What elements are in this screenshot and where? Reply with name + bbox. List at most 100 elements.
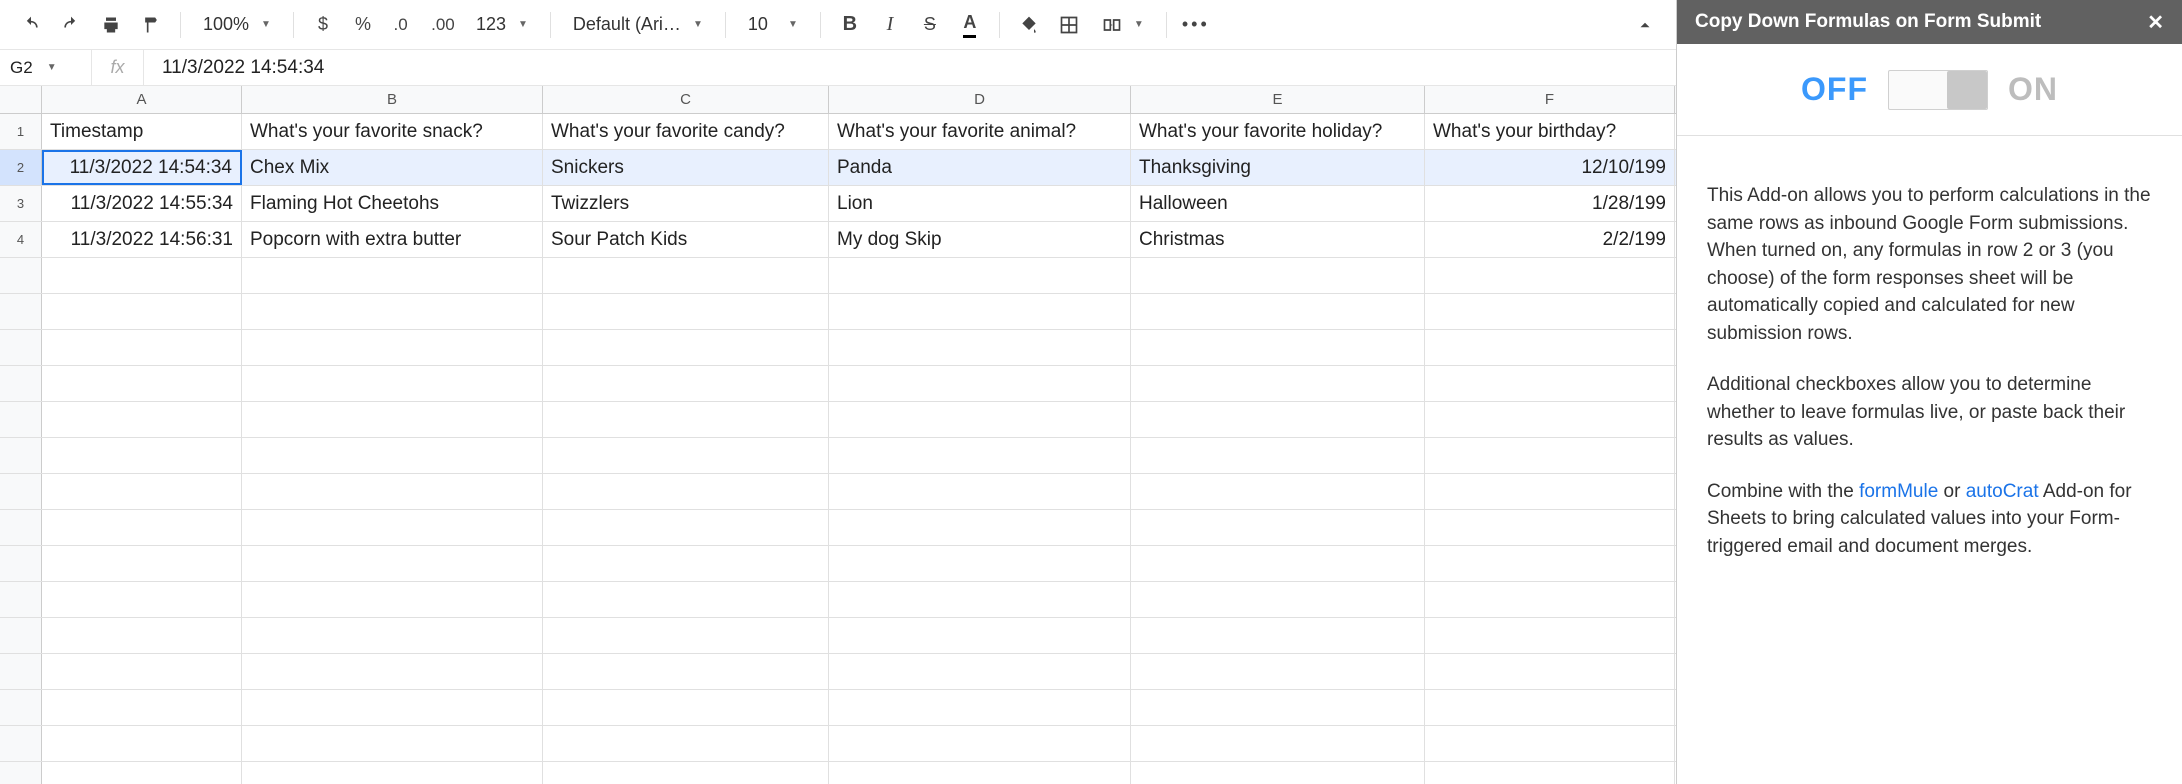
cell[interactable] (242, 510, 543, 545)
cell[interactable] (829, 690, 1131, 725)
cell[interactable] (1425, 690, 1675, 725)
cell[interactable] (829, 366, 1131, 401)
more-button[interactable]: ••• (1179, 7, 1213, 43)
cell[interactable] (543, 474, 829, 509)
cell[interactable]: Flaming Hot Cheetohs (242, 186, 543, 221)
cell[interactable] (829, 474, 1131, 509)
cell[interactable] (242, 618, 543, 653)
cell[interactable]: What's your favorite snack? (242, 114, 543, 149)
link-formmule[interactable]: formMule (1859, 481, 1938, 502)
cell[interactable] (42, 474, 242, 509)
cell[interactable] (1131, 654, 1425, 689)
cell[interactable]: What's your favorite animal? (829, 114, 1131, 149)
cell[interactable] (1425, 438, 1675, 473)
print-button[interactable] (94, 7, 128, 43)
increase-decimal-button[interactable]: .00 (426, 7, 460, 43)
cell[interactable] (543, 258, 829, 293)
cell[interactable] (829, 582, 1131, 617)
cell[interactable] (1425, 330, 1675, 365)
col-header-F[interactable]: F (1425, 86, 1675, 113)
cell[interactable]: Halloween (1131, 186, 1425, 221)
cell[interactable] (1425, 654, 1675, 689)
italic-button[interactable]: I (873, 7, 907, 43)
cell[interactable] (42, 726, 242, 761)
cell[interactable] (543, 294, 829, 329)
cell[interactable]: 11/3/2022 14:54:34 (42, 150, 242, 185)
cell[interactable] (543, 510, 829, 545)
cell[interactable] (543, 726, 829, 761)
cell[interactable]: What's your birthday? (1425, 114, 1675, 149)
cell[interactable] (242, 654, 543, 689)
cell[interactable] (242, 294, 543, 329)
cell[interactable] (543, 654, 829, 689)
cell[interactable] (829, 726, 1131, 761)
col-header-E[interactable]: E (1131, 86, 1425, 113)
paint-format-button[interactable] (134, 7, 168, 43)
cell[interactable] (1425, 258, 1675, 293)
col-header-C[interactable]: C (543, 86, 829, 113)
row-header[interactable] (0, 762, 42, 784)
cell[interactable] (1131, 690, 1425, 725)
cell[interactable] (242, 546, 543, 581)
cell[interactable] (242, 366, 543, 401)
cell[interactable] (42, 294, 242, 329)
cell[interactable] (543, 366, 829, 401)
cell[interactable] (1425, 294, 1675, 329)
row-header[interactable] (0, 438, 42, 473)
cell[interactable] (1425, 762, 1675, 784)
cell[interactable] (1425, 366, 1675, 401)
cell[interactable] (42, 654, 242, 689)
cell[interactable] (242, 258, 543, 293)
cell[interactable] (242, 438, 543, 473)
cell[interactable]: Chex Mix (242, 150, 543, 185)
cell[interactable] (829, 294, 1131, 329)
cell[interactable] (829, 402, 1131, 437)
redo-button[interactable] (54, 7, 88, 43)
fill-color-button[interactable] (1012, 7, 1046, 43)
cell[interactable]: What's your favorite candy? (543, 114, 829, 149)
cell[interactable] (1425, 582, 1675, 617)
cell[interactable] (42, 510, 242, 545)
cell[interactable] (1131, 546, 1425, 581)
cell[interactable] (242, 726, 543, 761)
cell[interactable]: My dog Skip (829, 222, 1131, 257)
cell[interactable] (242, 582, 543, 617)
cell[interactable] (543, 438, 829, 473)
row-header[interactable] (0, 546, 42, 581)
cell[interactable] (829, 438, 1131, 473)
cell[interactable] (543, 402, 829, 437)
cell[interactable] (1131, 258, 1425, 293)
row-header[interactable]: 4 (0, 222, 42, 257)
row-header[interactable] (0, 654, 42, 689)
cell[interactable] (42, 546, 242, 581)
format-currency-button[interactable]: $ (306, 7, 340, 43)
cell[interactable]: Christmas (1131, 222, 1425, 257)
name-box[interactable]: G2 ▼ (0, 50, 92, 85)
row-header[interactable] (0, 726, 42, 761)
link-autocrat[interactable]: autoCrat (1966, 481, 2039, 502)
cell[interactable] (1131, 330, 1425, 365)
cell[interactable] (242, 762, 543, 784)
cell[interactable] (42, 618, 242, 653)
cell[interactable] (1425, 474, 1675, 509)
cell[interactable] (543, 618, 829, 653)
col-header-A[interactable]: A (42, 86, 242, 113)
cell[interactable] (42, 762, 242, 784)
cell[interactable] (1425, 510, 1675, 545)
cell[interactable]: 1/28/199 (1425, 186, 1675, 221)
cell[interactable] (42, 582, 242, 617)
cell[interactable] (42, 438, 242, 473)
number-format-select[interactable]: 123▼ (466, 7, 538, 43)
cell[interactable]: Timestamp (42, 114, 242, 149)
text-color-button[interactable]: A (953, 7, 987, 43)
cell[interactable] (1131, 582, 1425, 617)
cell[interactable] (1425, 402, 1675, 437)
cell[interactable] (1131, 510, 1425, 545)
row-header[interactable] (0, 510, 42, 545)
cell[interactable] (42, 402, 242, 437)
toggle-switch[interactable] (1888, 70, 1988, 110)
row-header[interactable] (0, 330, 42, 365)
cell[interactable] (42, 258, 242, 293)
cell[interactable] (1131, 438, 1425, 473)
col-header-B[interactable]: B (242, 86, 543, 113)
